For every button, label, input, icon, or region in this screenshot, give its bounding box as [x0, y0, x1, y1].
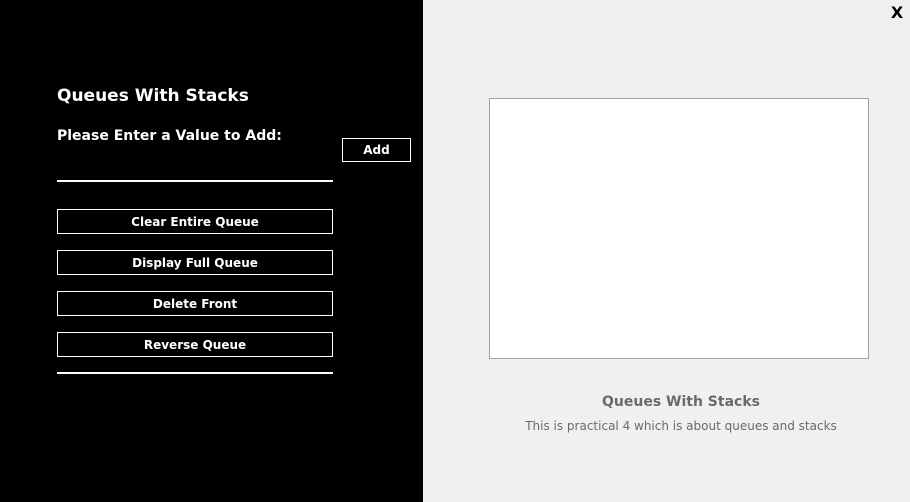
info-description: This is practical 4 which is about queue… — [525, 419, 837, 433]
value-input[interactable] — [57, 158, 333, 182]
reverse-queue-button[interactable]: Reverse Queue — [57, 332, 333, 357]
add-button[interactable]: Add — [342, 138, 411, 162]
display-queue-button[interactable]: Display Full Queue — [57, 250, 333, 275]
divider — [57, 372, 333, 374]
output-panel: Queues With Stacks This is practical 4 w… — [423, 0, 910, 502]
info-title: Queues With Stacks — [602, 394, 760, 410]
queue-output-box[interactable] — [489, 98, 869, 359]
app-title: Queues With Stacks — [57, 86, 249, 106]
delete-front-button[interactable]: Delete Front — [57, 291, 333, 316]
value-prompt-label: Please Enter a Value to Add: — [57, 128, 282, 144]
clear-queue-button[interactable]: Clear Entire Queue — [57, 209, 333, 234]
input-panel: Queues With Stacks Please Enter a Value … — [0, 0, 423, 502]
app-window: Queues With Stacks Please Enter a Value … — [0, 0, 910, 502]
close-icon[interactable]: X — [888, 2, 906, 22]
